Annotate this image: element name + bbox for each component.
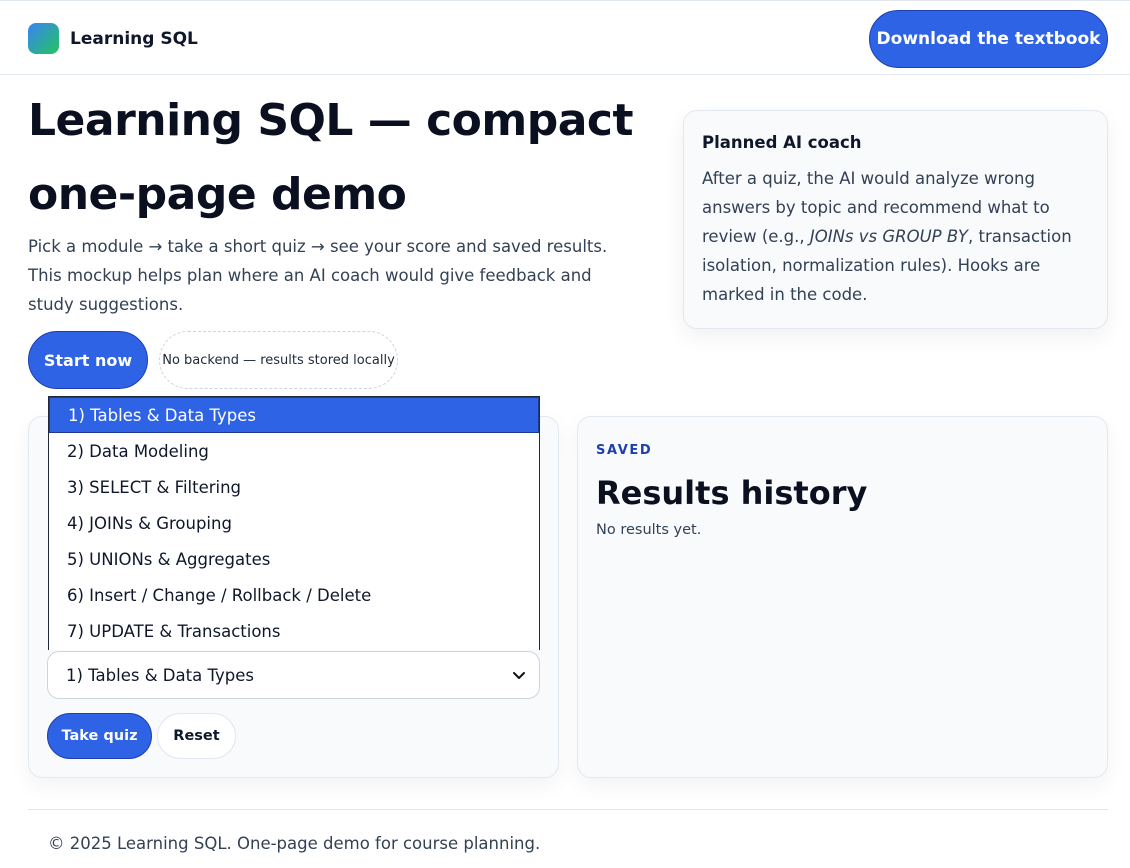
footer-text: © 2025 Learning SQL. One-page demo for c… [48,834,541,853]
footer-divider [28,809,1108,810]
ai-coach-card: Planned AI coach After a quiz, the AI wo… [683,110,1108,329]
brand[interactable]: Learning SQL [28,23,198,54]
page-title: Learning SQL — compact one-page demo [28,84,648,232]
logo-icon [28,23,59,54]
saved-eyebrow: SAVED [596,443,653,458]
chevron-down-icon [513,672,525,679]
top-bar: Learning SQL Download the textbook [0,0,1130,75]
results-empty-text: No results yet. [596,522,702,538]
brand-name: Learning SQL [70,28,198,49]
hero-description: Pick a module → take a short quiz → see … [28,237,608,314]
module-option[interactable]: 2) Data Modeling [49,433,539,469]
page-title-line-2: one-page demo [28,169,407,220]
ai-coach-text-emphasis: JOINs vs GROUP BY [809,227,968,246]
results-card: SAVED Results history No results yet. [577,416,1108,778]
module-dropdown-list: 1) Tables & Data Types 2) Data Modeling … [48,396,540,650]
module-option[interactable]: 7) UPDATE & Transactions [49,613,539,649]
results-title: Results history [596,474,868,512]
take-quiz-button[interactable]: Take quiz [47,713,152,759]
ai-coach-text: After a quiz, the AI would analyze wrong… [702,164,1089,309]
module-option[interactable]: 5) UNIONs & Aggregates [49,541,539,577]
module-select-value: 1) Tables & Data Types [66,665,254,685]
module-option[interactable]: 3) SELECT & Filtering [49,469,539,505]
module-option[interactable]: 1) Tables & Data Types [49,397,539,433]
download-textbook-button[interactable]: Download the textbook [869,10,1108,68]
module-option[interactable]: 4) JOINs & Grouping [49,505,539,541]
reset-button[interactable]: Reset [157,713,236,759]
start-now-button[interactable]: Start now [28,331,148,389]
module-option[interactable]: 6) Insert / Change / Rollback / Delete [49,577,539,613]
storage-note-pill: No backend — results stored locally [159,331,398,389]
module-select[interactable]: 1) Tables & Data Types [47,651,540,699]
ai-coach-title: Planned AI coach [702,133,862,152]
page-title-line-1: Learning SQL — compact [28,95,634,146]
